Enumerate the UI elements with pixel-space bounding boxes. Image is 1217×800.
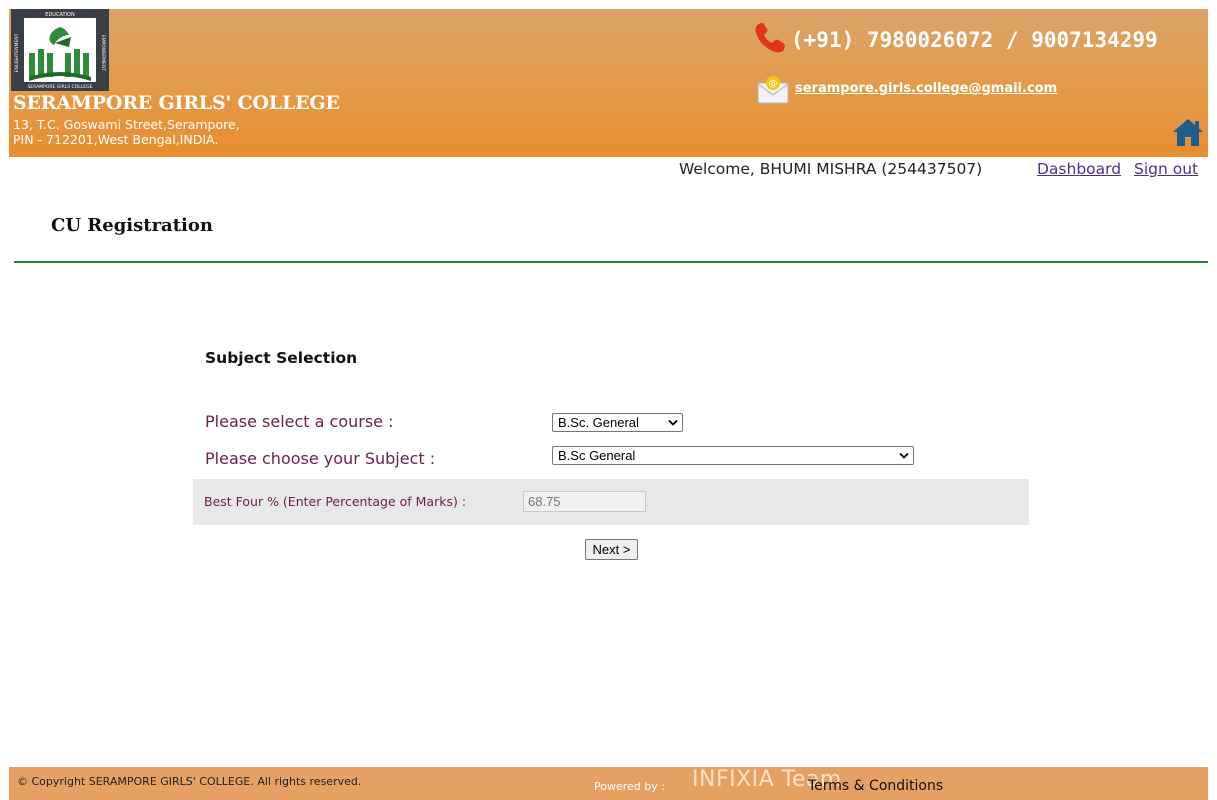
college-name: SERAMPORE GIRLS' COLLEGE	[13, 92, 340, 114]
course-select-value: B.Sc. General	[558, 415, 639, 430]
chevron-down-icon	[899, 452, 909, 459]
subject-label: Please choose your Subject :	[205, 449, 436, 468]
section-title: Subject Selection	[205, 349, 358, 367]
chevron-down-icon	[668, 419, 678, 426]
dashboard-link[interactable]: Dashboard	[1037, 160, 1121, 178]
logo-text-left: ENLIGHTENMENT	[14, 33, 20, 72]
site-header: EDUCATION ENLIGHTENMENT EMPOWERMENT SERA…	[9, 9, 1208, 157]
phone-number: (+91) 7980026072 / 9007134299	[791, 28, 1158, 52]
college-logo-icon: EDUCATION ENLIGHTENMENT EMPOWERMENT SERA…	[11, 9, 109, 91]
terms-link[interactable]: Terms & Conditions	[808, 778, 943, 794]
copyright-text: © Copyright SERAMPORE GIRLS' COLLEGE. Al…	[17, 775, 362, 788]
address-line-1: 13, T.C. Goswami Street,Serampore,	[13, 117, 240, 132]
course-select[interactable]: B.Sc. General	[552, 413, 683, 432]
page: EDUCATION ENLIGHTENMENT EMPOWERMENT SERA…	[9, 9, 1208, 800]
mail-icon: @	[757, 76, 789, 104]
marks-panel: Best Four % (Enter Percentage of Marks) …	[193, 479, 1029, 525]
powered-by-label: Powered by :	[594, 780, 665, 793]
address-line-2: PIN - 712201,West Bengal,INDIA.	[13, 132, 219, 147]
phone-icon	[755, 23, 785, 53]
page-title: CU Registration	[51, 215, 213, 236]
best-four-label: Best Four % (Enter Percentage of Marks) …	[204, 494, 467, 509]
site-footer: © Copyright SERAMPORE GIRLS' COLLEGE. Al…	[9, 767, 1208, 800]
svg-text:@: @	[769, 79, 778, 89]
course-label: Please select a course :	[205, 412, 394, 431]
logo-text-right: EMPOWERMENT	[100, 35, 106, 71]
best-four-input[interactable]	[523, 491, 646, 512]
logo-text-top: EDUCATION	[45, 12, 75, 18]
email-link[interactable]: serampore.girls.college@gmail.com	[795, 81, 1057, 96]
logo-text-bottom: SERAMPORE GIRLS COLLEGE	[28, 84, 93, 90]
sign-out-link[interactable]: Sign out	[1134, 160, 1198, 178]
title-divider	[14, 261, 1208, 263]
welcome-message: Welcome, BHUMI MISHRA (254437507)	[679, 160, 983, 178]
subject-select[interactable]: B.Sc General	[552, 446, 914, 465]
next-button[interactable]: Next >	[585, 539, 638, 560]
home-icon[interactable]	[1171, 116, 1205, 148]
subject-select-value: B.Sc General	[558, 448, 636, 463]
